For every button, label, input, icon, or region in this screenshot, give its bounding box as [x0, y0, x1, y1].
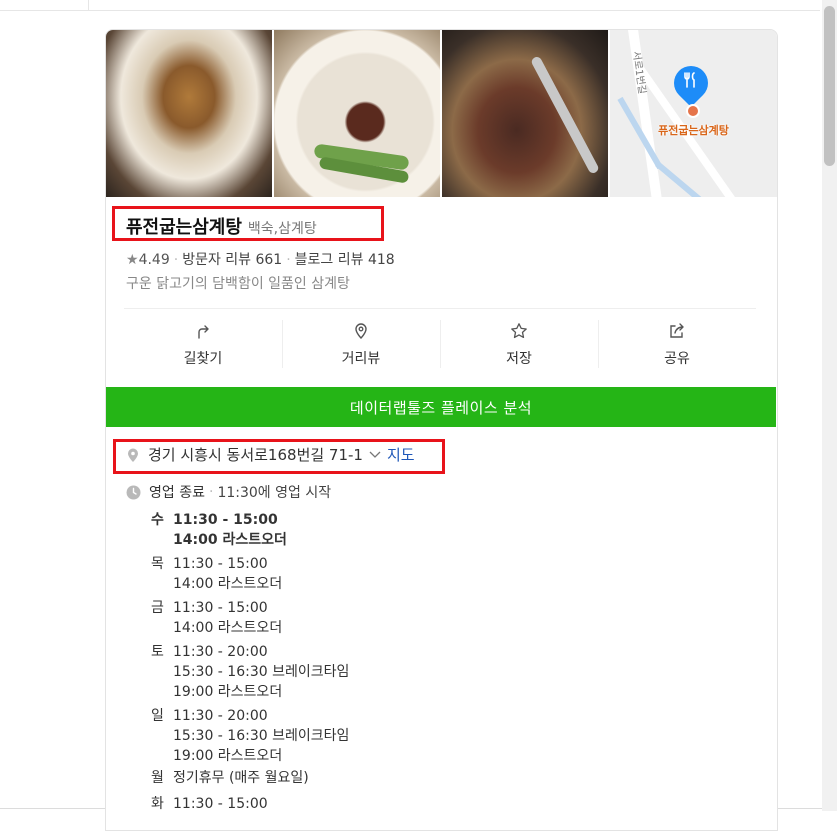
map-pin-icon	[355, 323, 367, 340]
save-button[interactable]: 저장	[440, 318, 598, 374]
hours-line: 11:30 - 15:00	[173, 796, 268, 812]
action-bar: 길찾기 거리뷰 저장 공유	[124, 318, 756, 374]
day-label: 목	[151, 556, 164, 572]
top-bar	[0, 0, 820, 11]
hours-line: 14:00 라스트오더	[173, 620, 283, 636]
hours-thu: 목 11:30 - 15:00 14:00 라스트오더	[151, 553, 282, 594]
scrollbar[interactable]	[822, 0, 837, 811]
food-photo-3[interactable]	[442, 30, 608, 197]
directions-label: 길찾기	[183, 351, 223, 367]
food-photo-1[interactable]	[106, 30, 272, 197]
day-label: 월	[151, 770, 164, 786]
day-label: 금	[151, 600, 164, 616]
blog-reviews-link[interactable]: 블로그 리뷰 418	[295, 252, 395, 268]
street-view-label: 거리뷰	[341, 351, 381, 367]
scrollbar-thumb[interactable]	[824, 6, 835, 166]
map-road-label: 서로1번길	[630, 50, 648, 95]
star-icon	[511, 323, 527, 339]
address-highlight-box	[113, 439, 445, 474]
hours-line: 15:30 - 16:30 브레이크타임	[173, 728, 350, 744]
hours-mon: 월 정기휴무 (매주 월요일)	[151, 767, 309, 788]
hours-line: 15:30 - 16:30 브레이크타임	[173, 664, 350, 680]
hours-line: 11:30 - 15:00	[173, 600, 268, 616]
hours-line: 19:00 라스트오더	[173, 684, 283, 700]
restaurant-icon	[681, 72, 701, 92]
visitor-reviews-link[interactable]: 방문자 리뷰 661	[182, 252, 282, 268]
share-button[interactable]: 공유	[598, 318, 756, 374]
map-place-label: 퓨전굽는삼계탕	[658, 124, 729, 137]
hours-sun: 일 11:30 - 20:00 15:30 - 16:30 브레이크타임 19:0…	[151, 705, 349, 766]
datalab-analysis-button[interactable]: 데이터랩툴즈 플레이스 분석	[106, 387, 776, 427]
star-icon: ★	[126, 252, 139, 268]
closed-status: 영업 종료	[149, 485, 205, 501]
day-label: 화	[151, 796, 164, 812]
hours-fri: 금 11:30 - 15:00 14:00 라스트오더	[151, 597, 282, 638]
map-thumbnail[interactable]: 서로1번길 퓨전굽는삼계탕	[610, 30, 777, 197]
street-view-button[interactable]: 거리뷰	[282, 318, 440, 374]
hours-line: 14:00 라스트오더	[173, 576, 283, 592]
directions-icon	[198, 325, 209, 339]
day-label: 일	[151, 708, 164, 724]
save-label: 저장	[506, 351, 532, 367]
hours-line: 19:00 라스트오더	[173, 748, 283, 764]
hours-line: 11:30 - 20:00	[173, 708, 268, 724]
next-open-time: 11:30에 영업 시작	[217, 485, 332, 501]
hours-line: 14:00 라스트오더	[173, 532, 287, 548]
photo-strip: 서로1번길 퓨전굽는삼계탕	[106, 30, 777, 197]
hours-wed: 수 11:30 - 15:00 14:00 라스트오더	[151, 509, 287, 550]
rating-value: 4.49	[138, 252, 170, 268]
hours-line: 정기휴무 (매주 월요일)	[173, 770, 309, 786]
business-status-row[interactable]: 영업 종료 · 11:30에 영업 시작	[126, 482, 331, 502]
divider	[124, 308, 756, 309]
hours-sat: 토 11:30 - 20:00 15:30 - 16:30 브레이크타임 19:0…	[151, 641, 349, 702]
day-label: 토	[151, 644, 164, 660]
share-icon	[670, 323, 684, 338]
clock-icon	[126, 485, 141, 500]
map-location-dot	[686, 104, 700, 118]
day-label: 수	[151, 512, 164, 528]
place-description: 구운 닭고기의 담백함이 일품인 삼계탕	[126, 276, 350, 292]
directions-button[interactable]: 길찾기	[124, 318, 282, 374]
share-label: 공유	[664, 351, 690, 367]
food-photo-2[interactable]	[274, 30, 440, 197]
hours-line: 11:30 - 15:00	[173, 556, 268, 572]
hours-line: 11:30 - 15:00	[173, 512, 278, 528]
hours-line: 11:30 - 20:00	[173, 644, 268, 660]
name-highlight-box	[112, 206, 384, 241]
place-stats: ★4.49 · 방문자 리뷰 661 · 블로그 리뷰 418	[126, 252, 395, 268]
